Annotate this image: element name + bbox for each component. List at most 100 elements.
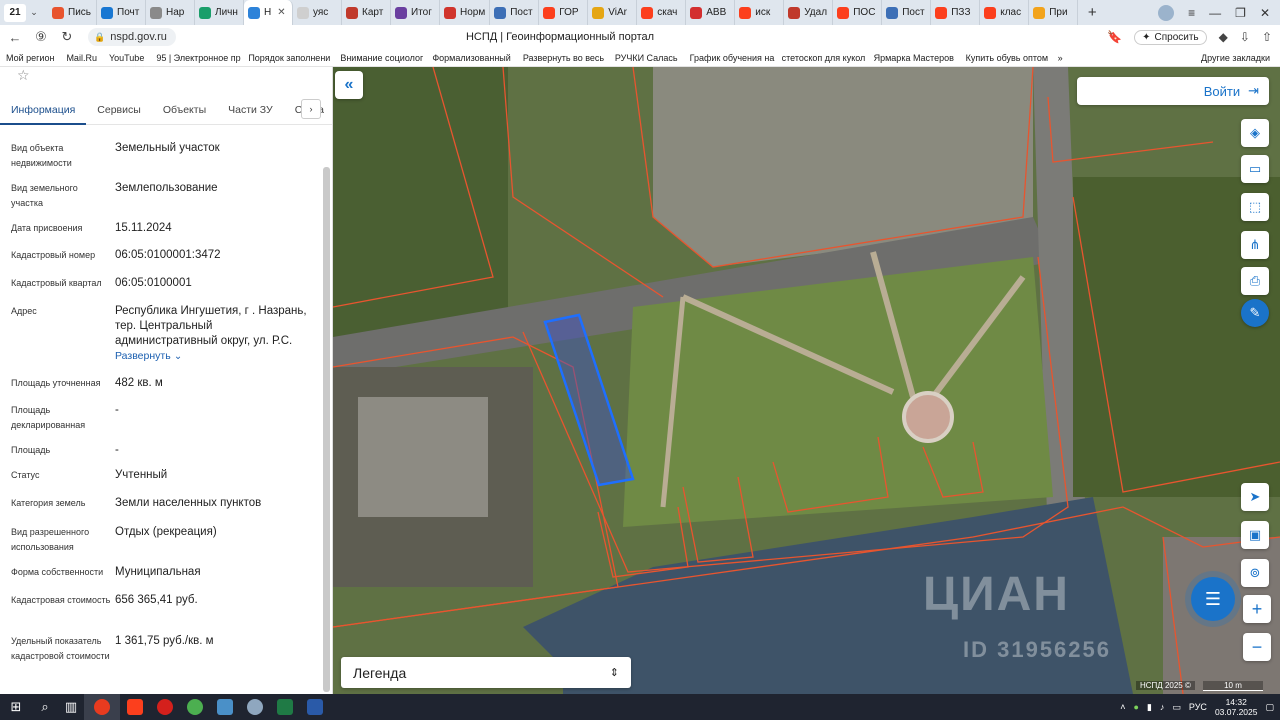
bookmark-item[interactable]: YouTube xyxy=(103,53,150,63)
share-icon[interactable]: ⇧ xyxy=(1262,30,1272,44)
browser-tab[interactable]: Н ✕ xyxy=(244,0,293,25)
notifications-icon[interactable]: ▢ xyxy=(1265,702,1274,713)
map-view[interactable]: ЦИАН ID 31956256 « Войти ⇥ ◈ ▭ ⬚ ⋔ ⎙ ✎ ➤… xyxy=(333,67,1280,694)
yandex-icon[interactable]: ⑨ xyxy=(30,29,52,45)
language-indicator[interactable]: РУС xyxy=(1189,702,1207,712)
property-value: Муниципальная xyxy=(115,566,201,578)
browser-tab[interactable]: ПЗЗ xyxy=(931,0,981,25)
opera-app[interactable] xyxy=(150,694,180,720)
satellite-map xyxy=(333,67,1280,694)
browser-tab[interactable]: клас xyxy=(980,0,1030,25)
url-field[interactable]: 🔒 nspd.gov.ru xyxy=(88,28,176,46)
tab-objects[interactable]: Объекты xyxy=(152,95,217,125)
bookmark-item[interactable]: Купить обувь оптом xyxy=(960,53,1052,63)
vpn-app[interactable] xyxy=(240,694,270,720)
legend-dropdown[interactable]: Легенда ⇕ xyxy=(341,657,631,688)
tab-count-button[interactable]: 21 xyxy=(4,3,26,22)
close-window-icon[interactable]: ✕ xyxy=(1260,6,1270,20)
bookmark-item[interactable]: Внимание социолог xyxy=(334,53,426,63)
antivirus-icon[interactable]: ● xyxy=(1134,702,1139,712)
geolocation-icon[interactable]: ⊚ xyxy=(1241,559,1269,587)
browser-tab[interactable]: иск xyxy=(735,0,785,25)
windows-start-icon[interactable]: ⊞ xyxy=(0,694,32,720)
photos-app[interactable] xyxy=(210,694,240,720)
close-tab-icon[interactable]: ✕ xyxy=(277,7,285,18)
browser-tab[interactable]: Нар xyxy=(146,0,195,25)
network-icon[interactable]: ▮ xyxy=(1147,702,1152,713)
browser-tab[interactable]: Удал xyxy=(784,0,834,25)
chat-icon[interactable]: ☰ xyxy=(1191,577,1235,621)
tab-info[interactable]: Информация xyxy=(0,95,87,125)
bookmarks-more-button[interactable]: » xyxy=(1052,53,1069,63)
bookmark-item[interactable]: стетоскоп для кукол xyxy=(776,53,868,63)
other-bookmarks[interactable]: Другие закладки xyxy=(1201,53,1270,63)
bookmark-item[interactable]: График обучения на xyxy=(684,53,776,63)
browser-tab[interactable]: ГОР xyxy=(539,0,589,25)
tray-arrow-icon[interactable]: ˄ xyxy=(1120,702,1125,712)
yandex-app[interactable] xyxy=(120,694,150,720)
reload-icon[interactable]: ↻ xyxy=(56,29,78,45)
browser-tab[interactable]: Пост xyxy=(490,0,540,25)
profile-icon[interactable] xyxy=(1158,4,1175,21)
expand-link[interactable]: Развернуть ⌄ xyxy=(115,349,315,364)
downloads-icon[interactable]: ⇩ xyxy=(1240,30,1250,44)
chrome-app[interactable] xyxy=(180,694,210,720)
browser-tab[interactable]: АВВ xyxy=(686,0,736,25)
browser-tab[interactable]: Почт xyxy=(97,0,146,25)
collapse-panel-button[interactable]: « xyxy=(335,71,363,99)
ruler-icon[interactable]: ▭ xyxy=(1241,155,1269,183)
search-icon[interactable]: ⌕ xyxy=(32,694,58,720)
excel-app[interactable] xyxy=(270,694,300,720)
layers-icon[interactable]: ◈ xyxy=(1241,119,1269,147)
browser-tab[interactable]: Норм xyxy=(440,0,491,25)
panel-scrollbar[interactable] xyxy=(323,167,330,692)
battery-icon[interactable]: ▭ xyxy=(1172,702,1181,713)
minimize-icon[interactable]: — xyxy=(1209,6,1221,20)
bookmark-item[interactable]: Порядок заполнени xyxy=(242,53,334,63)
browser-tab[interactable]: При xyxy=(1029,0,1079,25)
browser-tab[interactable]: Личн xyxy=(195,0,244,25)
browser-tab[interactable]: Карт xyxy=(342,0,391,25)
bookmark-item[interactable]: Ярмарка Мастеров xyxy=(868,53,960,63)
share-icon[interactable]: ⋔ xyxy=(1241,231,1269,259)
extensions-icon[interactable]: ◆ xyxy=(1219,30,1228,44)
chevron-right-icon[interactable]: › xyxy=(301,99,321,119)
back-icon[interactable]: ← xyxy=(4,30,26,45)
clock[interactable]: 14:32 03.07.2025 xyxy=(1215,697,1258,717)
browser-tab[interactable]: Пись xyxy=(48,0,97,25)
bookmark-item[interactable]: Формализованный xyxy=(426,53,516,63)
yandex-browser-app[interactable] xyxy=(84,694,120,720)
star-icon[interactable]: ☆ xyxy=(17,67,30,84)
bookmark-item[interactable]: Развернуть во весь xyxy=(517,53,609,63)
browser-tab[interactable]: уяс xyxy=(293,0,342,25)
tab-services[interactable]: Сервисы xyxy=(86,95,152,125)
task-view-icon[interactable]: ▥ xyxy=(58,694,84,720)
bookmark-item[interactable]: 95 | Электронное пр xyxy=(150,53,242,63)
volume-icon[interactable]: ♪ xyxy=(1160,702,1165,712)
ask-button[interactable]: ✦ Спросить xyxy=(1134,29,1207,45)
zoom-in-button[interactable]: + xyxy=(1243,595,1271,623)
minimap-icon[interactable]: ▣ xyxy=(1241,521,1269,549)
word-app[interactable] xyxy=(300,694,330,720)
new-tab-button[interactable]: + xyxy=(1082,3,1102,23)
property-value: Учтенный xyxy=(115,469,168,481)
select-area-icon[interactable]: ⬚ xyxy=(1241,193,1269,221)
print-icon[interactable]: ⎙ xyxy=(1241,267,1269,295)
browser-tab[interactable]: Пост xyxy=(882,0,932,25)
chevron-down-icon[interactable]: ⌄ xyxy=(26,7,42,18)
login-button[interactable]: Войти ⇥ xyxy=(1077,77,1269,105)
tab-parts[interactable]: Части ЗУ xyxy=(217,95,284,125)
menu-icon[interactable]: ≡ xyxy=(1188,6,1195,20)
restore-icon[interactable]: ❐ xyxy=(1235,6,1246,20)
bookmark-item[interactable]: Mail.Ru xyxy=(60,53,103,63)
bookmark-item[interactable]: Мой регион xyxy=(0,53,60,63)
bookmark-icon[interactable]: 🔖 xyxy=(1107,30,1122,44)
zoom-out-button[interactable]: − xyxy=(1243,633,1271,661)
bookmark-item[interactable]: РУЧКИ Салась xyxy=(609,53,684,63)
browser-tab[interactable]: ViAr xyxy=(588,0,638,25)
assistant-icon[interactable]: ✎ xyxy=(1241,299,1269,327)
browser-tab[interactable]: Итог xyxy=(391,0,440,25)
browser-tab[interactable]: ПОС xyxy=(833,0,883,25)
browser-tab[interactable]: скач xyxy=(637,0,687,25)
locate-icon[interactable]: ➤ xyxy=(1241,483,1269,511)
